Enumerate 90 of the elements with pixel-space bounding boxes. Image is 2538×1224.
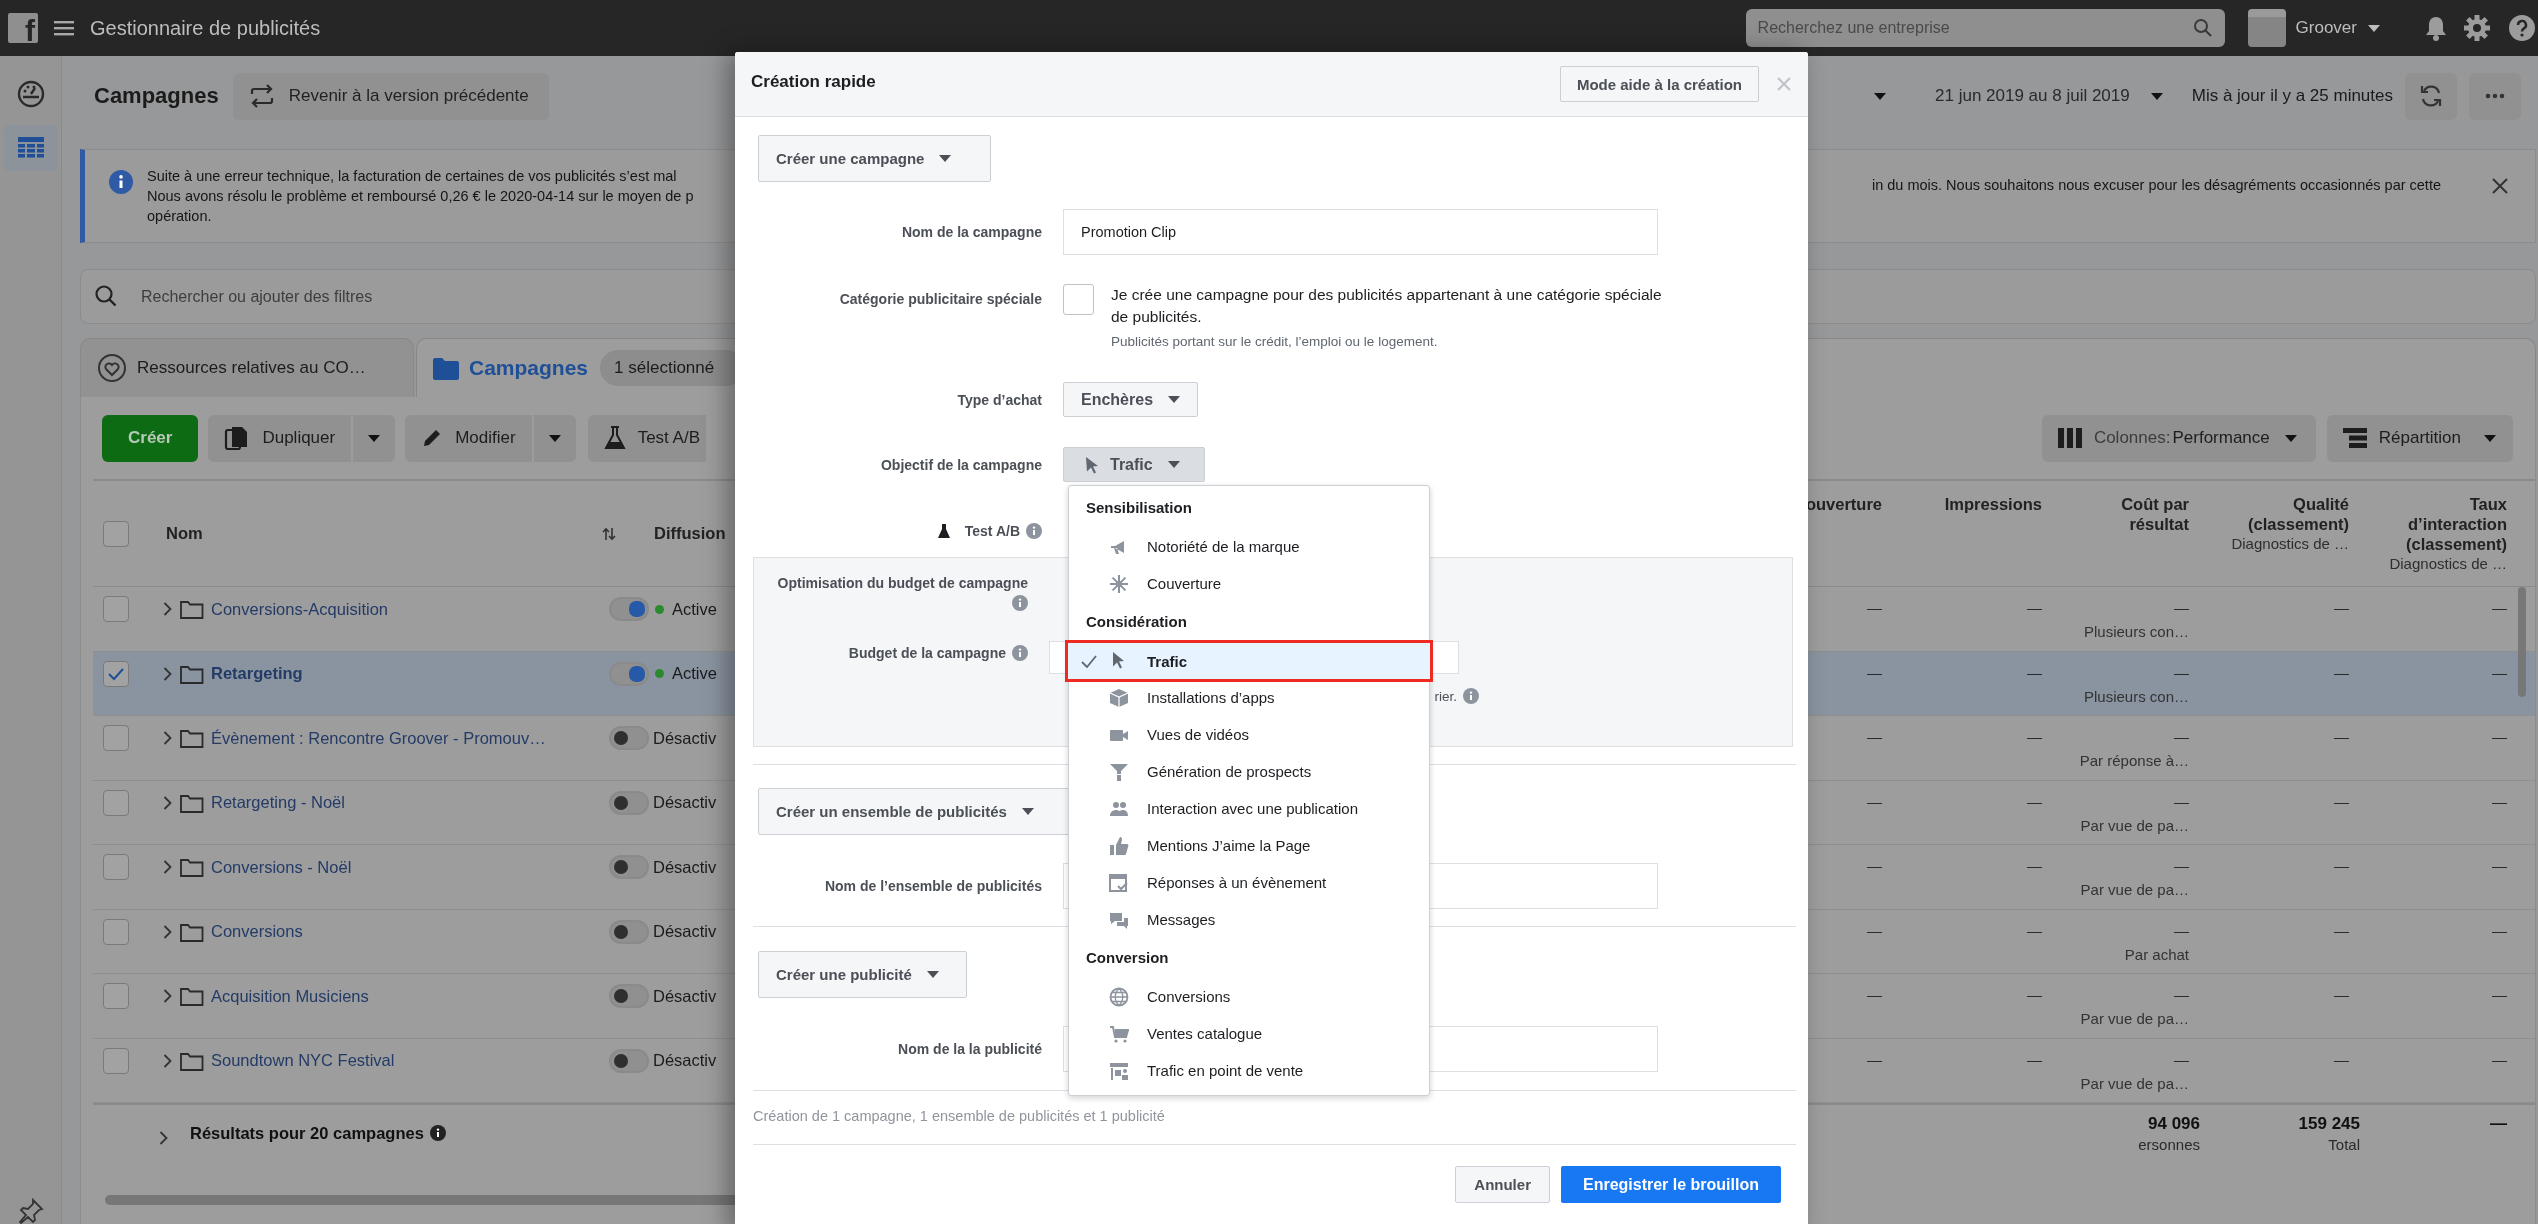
table-cell-text: Par achat <box>2124 944 2189 965</box>
summary-label: Résultats pour 20 campagnes <box>190 1123 424 1143</box>
delivery-status: Désactiv <box>653 922 717 941</box>
summary-text: Création de 1 campagne, 1 ensemble de publicités et 1 publicité <box>753 1107 1166 1126</box>
table-cell-text: — <box>1867 856 1882 876</box>
dialog-title: Création rapide <box>751 72 876 92</box>
summary-unit: Total <box>2328 1135 2360 1155</box>
table-cell-text: — <box>1867 598 1882 618</box>
column-subheader: Diagnostics de … <box>2231 533 2349 554</box>
table-cell-text: — <box>1867 791 1882 812</box>
table-cell-text: — <box>2027 985 2042 1005</box>
table-cell-text: Plusieurs con… <box>2083 622 2189 642</box>
field-label: Test A/B <box>964 523 1020 539</box>
delivery-status: Désactiv <box>653 728 717 748</box>
summary-unit: ersonnes <box>2138 1135 2200 1155</box>
table-cell-text: Par vue de pa… <box>2080 1073 2189 1094</box>
table-cell-text: — <box>2492 727 2507 747</box>
table-cell-text: — <box>2174 791 2189 812</box>
table-cell-text: — <box>2174 727 2189 747</box>
delivery-status: Désactiv <box>653 1051 717 1070</box>
table-cell-text: — <box>2027 856 2042 876</box>
menu-group-title: Considération <box>1085 612 1188 632</box>
checkbox-label: Je crée une campagne pour des publicités appartenant à une catégorie spéciale de publicités. <box>1111 285 1663 327</box>
table-cell-text: — <box>2334 727 2349 747</box>
notice-text: in du mois. Nous souhaitons nous excuser pour les désagréments occasionnés par cette <box>1871 176 2441 195</box>
table-cell-text: Par vue de pa… <box>2080 880 2189 900</box>
table-cell-text: — <box>2027 662 2042 683</box>
table-cell-text: — <box>2027 598 2042 618</box>
table-cell-text: — <box>2334 856 2349 876</box>
page-title: Campagnes <box>94 83 219 109</box>
table-cell-text: — <box>2027 920 2042 941</box>
notice-text: Nous avons résolu le problème et remboursé 0,26 € le 2020-04-14 sur le moyen de p <box>147 187 695 206</box>
table-cell-text: — <box>2334 598 2349 618</box>
menu-group-title: Conversion <box>1085 948 1170 968</box>
field-label: Optimisation du budget de campagne <box>776 574 1028 593</box>
table-cell-text: — <box>2027 1049 2042 1070</box>
delivery-status: Active <box>672 664 717 683</box>
table-cell-text: — <box>2174 856 2189 876</box>
delivery-status: Désactiv <box>653 857 717 877</box>
column-subheader: Diagnostics de … <box>2389 553 2507 574</box>
table-cell-text: — <box>1867 1049 1882 1070</box>
app-title: Gestionnaire de publicités <box>90 16 321 40</box>
table-cell-text: — <box>2492 598 2507 618</box>
table-cell-text: Par vue de pa… <box>2080 815 2189 836</box>
table-cell-text: — <box>2334 662 2349 683</box>
field-label: Objectif de la campagne <box>880 456 1042 473</box>
notice-text: opération. <box>147 207 213 226</box>
table-cell-text: — <box>1867 920 1882 941</box>
update-status: Mis à jour il y a 25 minutes <box>2191 86 2393 106</box>
table-cell-text: — <box>2492 920 2507 941</box>
summary-value: — <box>2490 1113 2507 1135</box>
table-cell-text: — <box>1867 985 1882 1005</box>
field-label: Nom de la la publicité <box>898 1041 1042 1057</box>
table-cell-text: — <box>2492 985 2507 1005</box>
table-cell-text: — <box>1867 727 1882 747</box>
table-cell-text: — <box>2027 727 2042 747</box>
table-cell-text: — <box>2174 985 2189 1005</box>
table-cell-text: — <box>2174 662 2189 683</box>
table-cell-text: — <box>2174 920 2189 941</box>
table-cell-text: — <box>2492 1049 2507 1070</box>
tab-label: Ressources relatives au CO… <box>137 358 366 378</box>
help-text: Publicités portant sur le crédit, l’emploi ou le logement. <box>1111 333 1439 351</box>
field-label: Type d’achat <box>957 391 1042 408</box>
delivery-status: Désactiv <box>653 793 717 812</box>
delivery-status: Active <box>672 599 717 619</box>
summary-value: 159 245 <box>2298 1113 2360 1135</box>
table-cell-text: Plusieurs con… <box>2083 686 2189 707</box>
field-label: Nom de la campagne <box>901 224 1042 240</box>
table-cell-text: Par vue de pa… <box>2080 1009 2189 1029</box>
field-label: Catégorie publicitaire spéciale <box>839 291 1042 307</box>
table-cell-text: — <box>2027 791 2042 812</box>
table-cell-text: — <box>2334 1049 2349 1070</box>
table-cell-text: Par réponse à… <box>2079 751 2189 771</box>
table-cell-text: — <box>2334 920 2349 941</box>
table-cell-text: — <box>2174 598 2189 618</box>
table-cell-text: — <box>2334 985 2349 1005</box>
notice-text: Suite à une erreur technique, la facturation de certaines de vos publicités s’est mal <box>147 167 678 186</box>
summary-value: 94 096 <box>2148 1113 2200 1135</box>
table-cell-text: — <box>2174 1049 2189 1070</box>
delivery-status: Désactiv <box>653 986 717 1006</box>
table-cell-text: — <box>2492 791 2507 812</box>
field-label: Budget de la campagne <box>848 645 1006 661</box>
tab-label: Campagnes <box>469 356 589 380</box>
field-label: Nom de l’ensemble de publicités <box>824 878 1042 894</box>
table-cell-text: — <box>1867 662 1882 683</box>
table-cell-text: — <box>2334 791 2349 812</box>
table-cell-text: — <box>2492 662 2507 683</box>
help-text: rier. <box>1434 688 1457 704</box>
menu-group-title: Sensibilisation <box>1085 498 1193 518</box>
table-cell-text: — <box>2492 856 2507 876</box>
